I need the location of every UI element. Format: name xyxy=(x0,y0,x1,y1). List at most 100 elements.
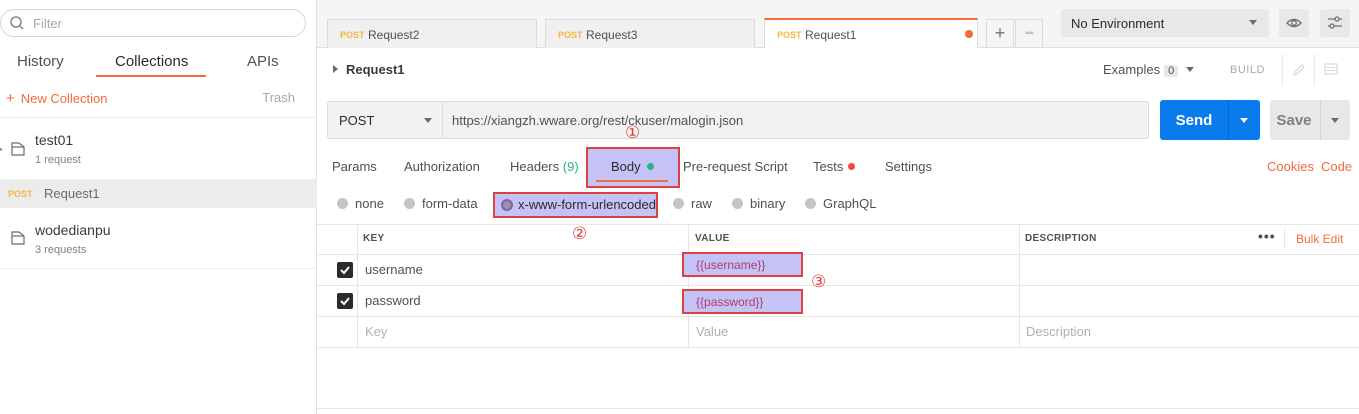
tab-settings[interactable]: Settings xyxy=(885,159,932,174)
request-title-text: Request1 xyxy=(346,62,405,77)
tests-label: Tests xyxy=(813,159,844,174)
radio-raw[interactable]: raw xyxy=(673,196,712,211)
sidebar-request-request1[interactable]: POST Request1 xyxy=(0,179,317,208)
row-checkbox[interactable] xyxy=(337,262,353,278)
tab-history[interactable]: History xyxy=(17,53,64,70)
row-value-highlight[interactable]: {{username}} xyxy=(682,252,803,277)
new-description-input[interactable]: Description xyxy=(1026,324,1091,339)
active-tab-underline xyxy=(596,180,668,182)
filter-placeholder: Filter xyxy=(33,16,62,31)
tab-tests[interactable]: Tests xyxy=(813,159,856,174)
body-indicator-dot xyxy=(646,163,654,170)
collection-test01[interactable]: ▸ test01 1 request xyxy=(0,130,317,170)
new-collection-label: New Collection xyxy=(20,91,108,106)
chevron-down-icon xyxy=(424,118,432,123)
tab-request3[interactable]: POST Request3 xyxy=(545,19,755,48)
radio-form-data[interactable]: form-data xyxy=(404,196,478,211)
row-key[interactable]: password xyxy=(365,293,421,308)
divider xyxy=(317,224,1359,225)
caret-right-icon xyxy=(333,65,338,73)
row-checkbox[interactable] xyxy=(337,293,353,309)
active-tab-underline xyxy=(96,75,206,77)
trash-button[interactable]: Trash xyxy=(262,90,295,105)
radio-binary[interactable]: binary xyxy=(732,196,785,211)
sidebar-tabs: History Collections APIs xyxy=(0,46,317,80)
cookies-link[interactable]: Cookies xyxy=(1267,159,1314,174)
tab-pre-request-script[interactable]: Pre-request Script xyxy=(683,159,788,174)
column-header-key: KEY xyxy=(363,233,385,244)
tab-authorization[interactable]: Authorization xyxy=(404,159,480,174)
edit-button[interactable] xyxy=(1282,54,1314,86)
environment-bar: No Environment xyxy=(1047,0,1359,48)
method-badge: POST xyxy=(777,30,802,40)
tab-params[interactable]: Params xyxy=(332,159,377,174)
tests-indicator-dot xyxy=(848,163,856,170)
checkmark-icon xyxy=(340,266,350,275)
collection-request-count: 1 request xyxy=(35,154,81,166)
url-input[interactable]: https://xiangzh.wware.org/rest/ckuser/ma… xyxy=(443,101,1149,139)
request-title[interactable]: Request1 xyxy=(333,62,405,77)
method-select[interactable]: POST xyxy=(327,101,443,139)
save-label: Save xyxy=(1276,112,1312,129)
plus-icon: + xyxy=(6,90,15,107)
examples-dropdown[interactable]: Examples 0 xyxy=(1103,62,1195,77)
radio-none[interactable]: none xyxy=(337,196,384,211)
examples-count: 0 xyxy=(1164,65,1179,77)
row-value-highlight[interactable]: {{password}} xyxy=(682,289,803,314)
postman-window: Filter History Collections APIs + New Col… xyxy=(0,0,1359,414)
tab-label: Request3 xyxy=(586,28,638,42)
method-value: POST xyxy=(339,113,375,128)
chevron-down-icon[interactable] xyxy=(1331,118,1339,123)
radio-graphql[interactable]: GraphQL xyxy=(805,196,876,211)
annotation-two: ② xyxy=(572,224,588,243)
radio-label: x-www-form-urlencoded xyxy=(518,197,656,212)
pencil-icon xyxy=(1293,64,1305,76)
new-value-input[interactable]: Value xyxy=(696,324,728,339)
tab-request2[interactable]: POST Request2 xyxy=(327,19,537,48)
environment-quick-look-button[interactable] xyxy=(1279,9,1309,37)
annotation-three: ③ xyxy=(811,272,827,291)
folder-icon xyxy=(11,231,25,245)
row-key[interactable]: username xyxy=(365,262,423,277)
collection-request-count: 3 requests xyxy=(35,244,87,256)
tab-options-button[interactable]: ◦◦◦ xyxy=(1015,19,1043,48)
radio-circle xyxy=(805,198,816,209)
collection-wodedianpu[interactable]: wodedianpu 3 requests xyxy=(0,220,317,260)
chevron-down-icon[interactable] xyxy=(1240,118,1248,123)
folder-icon xyxy=(11,142,25,156)
divider xyxy=(1284,228,1285,248)
method-badge: POST xyxy=(340,30,365,40)
environment-select[interactable]: No Environment xyxy=(1061,9,1269,37)
tab-body[interactable]: Body xyxy=(611,159,654,174)
headers-count: (9) xyxy=(562,159,579,174)
method-badge: POST xyxy=(558,30,583,40)
divider xyxy=(688,224,689,348)
code-link[interactable]: Code xyxy=(1321,159,1352,174)
manage-environments-button[interactable] xyxy=(1320,9,1350,37)
comments-button[interactable] xyxy=(1314,54,1346,86)
checkmark-icon xyxy=(340,297,350,306)
headers-label: Headers xyxy=(510,159,560,174)
new-collection-button[interactable]: + New Collection xyxy=(6,90,107,107)
examples-label: Examples xyxy=(1103,62,1161,77)
eye-icon xyxy=(1286,18,1302,28)
tab-request1[interactable]: POST Request1 xyxy=(764,18,978,48)
collection-name: wodedianpu xyxy=(35,222,111,238)
bulk-edit-link[interactable]: Bulk Edit xyxy=(1296,232,1343,246)
tab-label: Request1 xyxy=(805,28,857,42)
column-header-description: DESCRIPTION xyxy=(1025,233,1097,244)
tab-collections[interactable]: Collections xyxy=(115,53,188,70)
search-icon xyxy=(10,16,24,30)
radio-x-www-form-urlencoded[interactable]: x-www-form-urlencoded xyxy=(493,192,658,218)
tab-headers[interactable]: Headers (9) xyxy=(510,159,579,174)
new-key-input[interactable]: Key xyxy=(365,324,387,339)
new-tab-button[interactable]: + xyxy=(986,19,1014,48)
send-button[interactable]: Send xyxy=(1160,100,1260,140)
save-button[interactable]: Save xyxy=(1270,100,1350,140)
tab-apis[interactable]: APIs xyxy=(247,53,279,70)
filter-input[interactable]: Filter xyxy=(0,9,306,37)
divider xyxy=(0,268,317,269)
divider xyxy=(1320,100,1321,140)
more-options-icon[interactable]: ••• xyxy=(1258,228,1276,244)
radio-label: none xyxy=(355,196,384,211)
